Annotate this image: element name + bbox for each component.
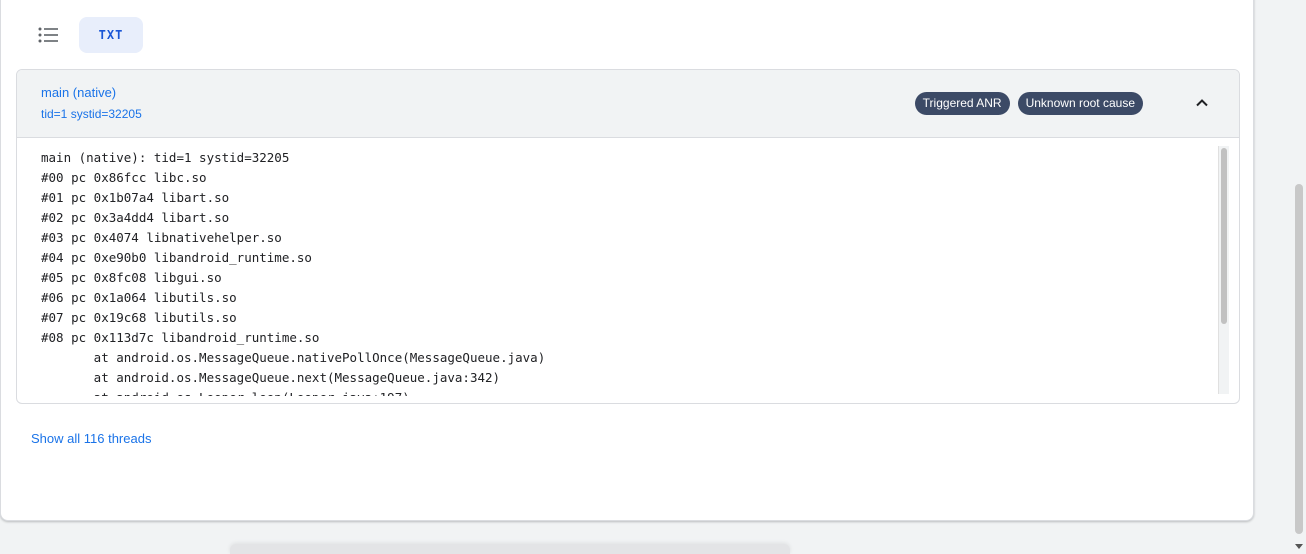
list-icon (38, 27, 58, 43)
thread-name: main (native) (41, 85, 117, 100)
list-view-button[interactable] (31, 17, 65, 53)
scroll-down-arrow-icon[interactable] (1295, 544, 1303, 549)
chevron-up-icon (1196, 99, 1208, 107)
trace-scrollbar[interactable] (1218, 146, 1229, 394)
page-scrollbar[interactable] (1292, 0, 1306, 553)
thread-header[interactable]: main (native) tid=1 systid=32205 Trigger… (17, 70, 1239, 138)
triggered-anr-badge: Triggered ANR (914, 92, 1010, 115)
show-all-threads-link[interactable]: Show all 116 threads (31, 431, 151, 446)
thread-panel: main (native) tid=1 systid=32205 Trigger… (16, 69, 1240, 404)
txt-view-button[interactable]: TXT (79, 17, 143, 53)
trace-scrollbar-thumb[interactable] (1221, 148, 1227, 324)
stack-trace: main (native): tid=1 systid=32205 #00 pc… (17, 138, 1229, 396)
view-toolbar: TXT (31, 17, 143, 53)
thread-dump-card: TXT main (native) tid=1 systid=32205 Tri… (0, 0, 1254, 521)
unknown-root-cause-badge: Unknown root cause (1017, 92, 1143, 115)
thread-ids: tid=1 systid=32205 (41, 107, 142, 121)
collapse-button[interactable] (1193, 94, 1211, 112)
stack-trace-text: main (native): tid=1 systid=32205 #00 pc… (41, 150, 546, 396)
page-scrollbar-thumb[interactable] (1295, 184, 1303, 534)
thread-badges: Triggered ANR Unknown root cause (914, 92, 1143, 115)
